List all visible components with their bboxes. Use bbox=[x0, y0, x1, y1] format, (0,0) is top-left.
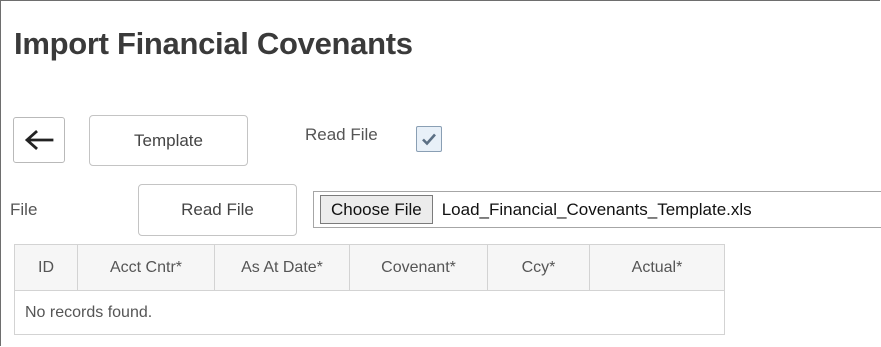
table-row: No records found. bbox=[14, 290, 725, 335]
read-file-checkbox[interactable] bbox=[416, 126, 442, 152]
file-input[interactable]: Choose File Load_Financial_Covenants_Tem… bbox=[313, 191, 881, 228]
column-header-actual[interactable]: Actual* bbox=[589, 244, 725, 291]
column-header-as-at-date[interactable]: As At Date* bbox=[214, 244, 350, 291]
column-header-id[interactable]: ID bbox=[14, 244, 78, 291]
file-label: File bbox=[10, 200, 38, 219]
empty-table-message: No records found. bbox=[14, 290, 725, 335]
template-button[interactable]: Template bbox=[89, 115, 248, 166]
covenants-table: ID Acct Cntr* As At Date* Covenant* Ccy*… bbox=[14, 244, 725, 335]
arrow-left-icon bbox=[24, 130, 54, 150]
read-file-label: Read File bbox=[305, 125, 378, 144]
column-header-covenant[interactable]: Covenant* bbox=[349, 244, 488, 291]
column-header-ccy[interactable]: Ccy* bbox=[487, 244, 590, 291]
back-button[interactable] bbox=[13, 117, 65, 163]
read-file-button[interactable]: Read File bbox=[138, 184, 297, 236]
table-header-row: ID Acct Cntr* As At Date* Covenant* Ccy*… bbox=[14, 244, 725, 291]
column-header-acct-cntr[interactable]: Acct Cntr* bbox=[77, 244, 215, 291]
page-title: Import Financial Covenants bbox=[14, 26, 413, 61]
choose-file-button[interactable]: Choose File bbox=[320, 195, 433, 224]
checkmark-icon bbox=[422, 133, 436, 146]
selected-file-name: Load_Financial_Covenants_Template.xls bbox=[441, 199, 752, 219]
